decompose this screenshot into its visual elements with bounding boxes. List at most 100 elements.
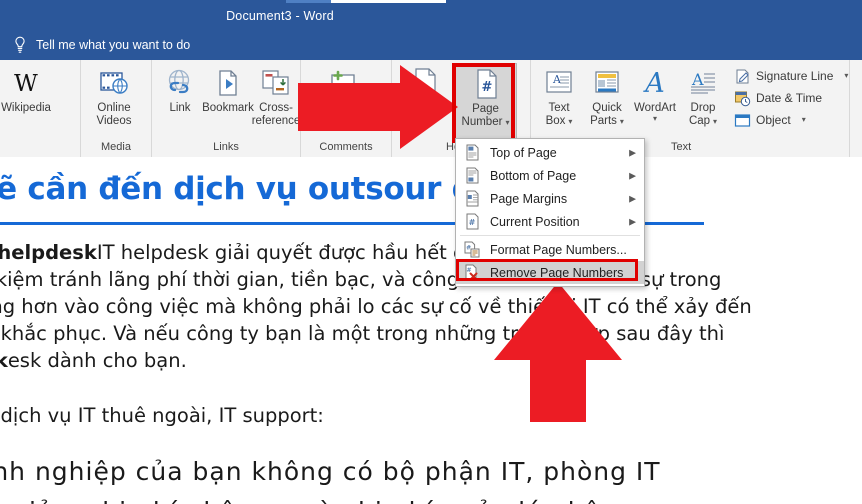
ribbon-group-wikipedia: W Wikipedia bbox=[0, 60, 81, 157]
bold-run: IT helpdesk bbox=[0, 241, 97, 264]
wikipedia-label: Wikipedia bbox=[1, 102, 51, 114]
cross-reference-label-a: Cross- bbox=[259, 102, 293, 114]
object-label: Object bbox=[756, 113, 791, 127]
text-box-label-1: Text bbox=[548, 102, 570, 114]
page-bottom-icon bbox=[462, 167, 482, 185]
ribbon-group-label-wikipedia bbox=[4, 139, 76, 157]
signature-line-button[interactable]: Signature Line ▾ bbox=[731, 65, 851, 87]
submenu-arrow-icon: ▶ bbox=[629, 147, 636, 157]
quick-parts-icon bbox=[592, 66, 622, 100]
object-icon bbox=[734, 112, 751, 129]
ribbon-group-links: Link Bookmark Cross- reference Links bbox=[152, 60, 301, 157]
text-box-chevron-down-icon[interactable]: ▾ bbox=[568, 117, 572, 126]
menu-item-label: Remove Page Numbers bbox=[490, 265, 624, 280]
svg-text:W: W bbox=[14, 71, 38, 97]
svg-text:A: A bbox=[642, 68, 665, 98]
drop-cap-chevron-down-icon[interactable]: ▾ bbox=[713, 117, 717, 126]
online-video-icon bbox=[97, 66, 131, 100]
paragraph-line: rung hơn vào công việc mà không phải lo … bbox=[0, 295, 752, 318]
lightbulb-icon bbox=[13, 36, 27, 54]
cross-reference-label-b: reference bbox=[251, 115, 301, 127]
link-button[interactable]: Link bbox=[156, 63, 204, 115]
link-label: Link bbox=[169, 102, 191, 114]
menu-item-current-position[interactable]: # Current Position ▶ bbox=[456, 210, 644, 233]
remove-page-numbers-icon: # bbox=[462, 264, 482, 282]
svg-text:A: A bbox=[691, 70, 704, 89]
online-videos-button[interactable]: Online Videos bbox=[85, 63, 143, 128]
quick-parts-chevron-down-icon[interactable]: ▾ bbox=[620, 117, 624, 126]
ribbon-group-symbols: Equ bbox=[850, 60, 862, 157]
quick-parts-button[interactable]: Quick Parts ▾ bbox=[583, 63, 631, 128]
text-box-button[interactable]: A Text Box ▾ bbox=[535, 63, 583, 128]
active-tab-indicator bbox=[286, 0, 331, 3]
wordart-icon: A bbox=[640, 66, 670, 100]
date-and-time-button[interactable]: Date & Time bbox=[731, 87, 851, 109]
page-number-dropdown-menu[interactable]: Top of Page ▶ Bottom of Page ▶ Page Marg… bbox=[455, 138, 645, 287]
menu-item-label: Page Margins bbox=[490, 191, 568, 206]
paragraph-line: để khắc phục. Và nếu công ty bạn là một … bbox=[0, 322, 725, 345]
submenu-arrow-icon: ▶ bbox=[629, 193, 636, 203]
ribbon-group-label-media: Media bbox=[101, 141, 131, 153]
document-paragraph-2: ến dịch vụ IT thuê ngoài, IT support: bbox=[0, 404, 324, 427]
page-margins-icon bbox=[462, 190, 482, 208]
page-top-icon bbox=[462, 144, 482, 162]
page-number-button[interactable]: # Page Number ▾ bbox=[454, 63, 517, 143]
red-arrow-pointing-up bbox=[494, 282, 622, 422]
window-title: Document3 - Word bbox=[226, 9, 334, 23]
text-box-icon: A bbox=[544, 66, 574, 100]
drop-cap-button[interactable]: A Drop Cap ▾ bbox=[679, 63, 727, 128]
signature-line-chevron-down-icon[interactable]: ▾ bbox=[844, 72, 848, 80]
text-box-label-2: Box bbox=[545, 115, 566, 127]
paragraph-line: ắt giảm chi phí nhân sự và chi phí quản … bbox=[0, 492, 862, 504]
wikipedia-button[interactable]: W Wikipedia bbox=[0, 63, 62, 115]
object-chevron-down-icon[interactable]: ▾ bbox=[802, 116, 806, 124]
wikipedia-icon: W bbox=[7, 66, 45, 100]
tell-me-bar: Tell me what you want to do bbox=[0, 30, 862, 60]
object-button[interactable]: Object ▾ bbox=[731, 109, 851, 131]
menu-item-bottom-of-page[interactable]: Bottom of Page ▶ bbox=[456, 164, 644, 187]
drop-cap-label-2: Cap bbox=[688, 115, 711, 127]
ribbon-group-label-links: Links bbox=[213, 141, 239, 153]
svg-text:#: # bbox=[466, 245, 471, 252]
paragraph-line: ết kiệm tránh lãng phí thời gian, tiền b… bbox=[0, 268, 722, 291]
submenu-arrow-icon: ▶ bbox=[629, 170, 636, 180]
ribbon-group-media: Online Videos Media bbox=[81, 60, 152, 157]
document-canvas[interactable]: sẽ cần đến dịch vụ outsour desk? IT help… bbox=[0, 157, 862, 504]
wordart-chevron-down-icon[interactable]: ▾ bbox=[653, 115, 657, 123]
svg-text:#: # bbox=[468, 218, 475, 227]
page-number-chevron-down-icon[interactable]: ▾ bbox=[505, 118, 509, 127]
menu-item-label: Top of Page bbox=[490, 145, 557, 160]
cross-reference-button[interactable]: Link Cross- reference bbox=[252, 63, 300, 128]
bookmark-icon bbox=[213, 66, 243, 100]
date-time-icon bbox=[734, 90, 751, 107]
svg-text:#: # bbox=[481, 80, 492, 95]
document-paragraph-3: anh nghiệp của bạn không có bộ phận IT, … bbox=[0, 452, 862, 504]
current-position-icon: # bbox=[462, 213, 482, 231]
bookmark-label: Bookmark bbox=[202, 102, 254, 114]
signature-line-icon bbox=[734, 68, 751, 85]
page-number-label-2: Number bbox=[461, 116, 503, 128]
date-and-time-label: Date & Time bbox=[756, 91, 823, 105]
online-videos-label-2: Videos bbox=[96, 115, 132, 127]
wordart-button[interactable]: A WordArt ▾ bbox=[631, 63, 679, 123]
online-videos-label-1: Online bbox=[97, 102, 131, 114]
menu-item-format-page-numbers[interactable]: # Format Page Numbers... bbox=[456, 238, 644, 261]
drop-cap-icon: A bbox=[688, 66, 718, 100]
drop-cap-label-1: Drop bbox=[690, 102, 716, 114]
menu-item-remove-page-numbers[interactable]: # Remove Page Numbers bbox=[456, 261, 644, 284]
document-paragraph-1: IT helpdeskIT helpdesk giải quyết được h… bbox=[0, 239, 862, 374]
paragraph-line: eskesk dành cho bạn. bbox=[0, 347, 862, 374]
cross-reference-icon bbox=[260, 66, 292, 100]
page-number-label-1: Page bbox=[472, 103, 499, 115]
title-bar: Document3 - Word bbox=[0, 0, 862, 30]
menu-item-label: Format Page Numbers... bbox=[490, 242, 627, 257]
ribbon-group-label-symbols bbox=[854, 139, 862, 157]
quick-parts-label-1: Quick bbox=[592, 102, 622, 114]
line-rest: esk dành cho bạn. bbox=[7, 349, 187, 372]
menu-item-page-margins[interactable]: Page Margins ▶ bbox=[456, 187, 644, 210]
bookmark-button[interactable]: Bookmark bbox=[202, 63, 254, 115]
equation-button[interactable]: Equ bbox=[854, 63, 862, 115]
page-number-icon: # bbox=[472, 67, 500, 101]
tell-me-input[interactable]: Tell me what you want to do bbox=[36, 38, 190, 52]
menu-item-top-of-page[interactable]: Top of Page ▶ bbox=[456, 141, 644, 164]
